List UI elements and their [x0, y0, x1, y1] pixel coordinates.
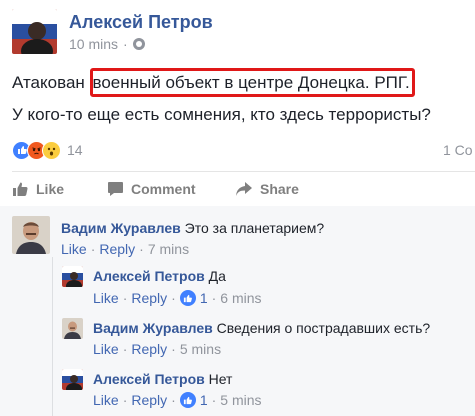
share-button-label: Share	[260, 181, 299, 197]
comment-actions: Like · Reply · 1 · 6 mins	[93, 290, 262, 306]
post-text: Атакован военный объект в центре Донецка…	[12, 68, 472, 129]
comment-count[interactable]: 1 Co	[443, 142, 473, 158]
commenter-avatar[interactable]	[62, 369, 83, 390]
like-button-label: Like	[36, 181, 65, 197]
comment-body: Алексей Петров Нет	[93, 371, 232, 387]
comment-body: Алексей Петров Да	[93, 268, 226, 284]
comment-actions: Like · Reply · 1 · 5 mins	[93, 392, 262, 408]
wow-reaction-icon	[42, 140, 61, 160]
reactions-summary[interactable]: 14	[12, 140, 83, 160]
like-count: 1	[199, 290, 208, 306]
globe-icon[interactable]	[132, 38, 145, 50]
comment-like-link[interactable]: Like	[93, 392, 119, 408]
post-line-2: У кого-то еще есть сомнения, кто здесь т…	[12, 105, 431, 124]
comment-time[interactable]: 5 mins	[220, 392, 261, 408]
like-icon	[179, 290, 196, 306]
commenter-avatar[interactable]	[12, 216, 50, 254]
post-time[interactable]: 10 mins	[69, 36, 118, 52]
comment-actions: Like · Reply · 7 mins	[61, 241, 190, 257]
comment-button-label: Comment	[131, 181, 196, 197]
post-line-1: Атакован военный объект в центре Донецка…	[12, 68, 472, 97]
comment-time[interactable]: 6 mins	[220, 290, 261, 306]
share-icon	[236, 182, 252, 196]
comment-text: Это за планетарием?	[184, 220, 325, 236]
comment-reply-link[interactable]: Reply	[99, 241, 135, 257]
share-button[interactable]: Share	[235, 181, 299, 197]
comment-reply-link[interactable]: Reply	[131, 290, 167, 306]
comment-actions: Like · Reply · 5 mins	[93, 341, 222, 357]
commenter-avatar[interactable]	[62, 266, 83, 287]
comment-text: Да	[208, 268, 226, 284]
comment-time[interactable]: 5 mins	[180, 341, 221, 357]
comment-icon	[108, 182, 123, 196]
author-avatar[interactable]	[12, 9, 57, 54]
post-header: Алексей Петров 10 mins ·	[12, 9, 462, 55]
like-count: 1	[199, 392, 208, 408]
comment-author[interactable]: Алексей Петров	[93, 268, 205, 284]
comment-author[interactable]: Вадим Журавлев	[93, 320, 213, 336]
comment-like-link[interactable]: Like	[61, 241, 87, 257]
comment-author[interactable]: Алексей Петров	[93, 371, 205, 387]
comment-button[interactable]: Comment	[107, 181, 196, 197]
comment-author[interactable]: Вадим Журавлев	[61, 220, 181, 236]
like-icon	[179, 392, 196, 408]
comment-like-link[interactable]: Like	[93, 290, 119, 306]
comment-text: Сведения о пострадавших есть?	[216, 320, 431, 336]
comment-reply-link[interactable]: Reply	[131, 392, 167, 408]
comment-text: Нет	[208, 371, 233, 387]
commenter-avatar[interactable]	[62, 318, 83, 339]
comment-like-link[interactable]: Like	[93, 341, 119, 357]
comment-time[interactable]: 7 mins	[148, 241, 189, 257]
like-button[interactable]: Like	[12, 181, 64, 197]
comment-body: Вадим Журавлев Это за планетарием?	[61, 220, 324, 236]
comment-body: Вадим Журавлев Сведения о пострадавших е…	[93, 320, 430, 336]
thumbs-up-icon	[13, 182, 28, 196]
comment-like-count[interactable]: 1	[179, 392, 208, 408]
post-actions: Like Comment Share	[12, 172, 475, 206]
post-author-name[interactable]: Алексей Петров	[69, 12, 213, 33]
post-meta: 10 mins ·	[69, 36, 145, 52]
post-text-before: Атакован	[12, 73, 90, 92]
highlighted-text: военный объект в центре Донецка. РПГ.	[89, 68, 415, 97]
comment-like-count[interactable]: 1	[179, 290, 208, 306]
comment-reply-link[interactable]: Reply	[131, 341, 167, 357]
reaction-count[interactable]: 14	[67, 142, 83, 158]
reply-thread-line	[52, 257, 53, 416]
